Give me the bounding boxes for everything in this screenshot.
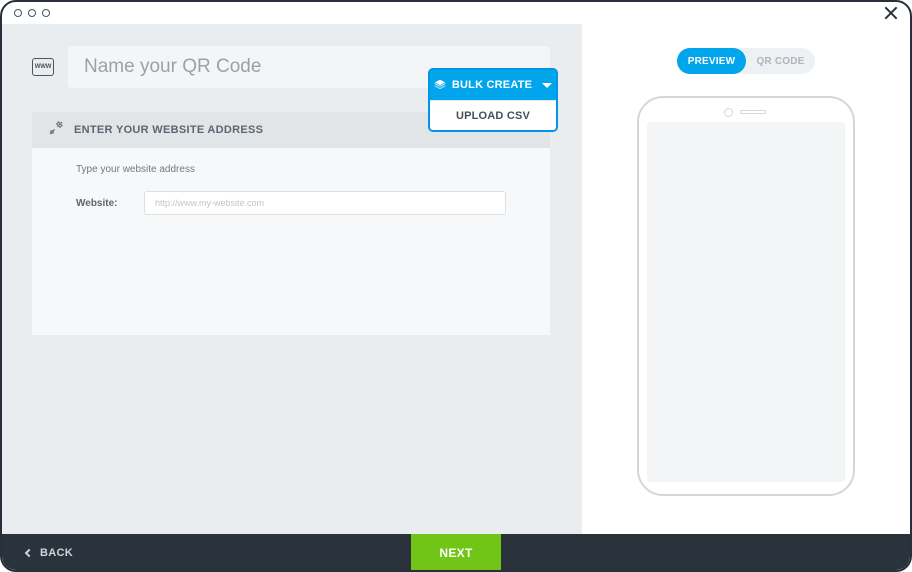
toggle-qrcode[interactable]: QR CODE [746, 48, 815, 74]
bulk-create-button[interactable]: BULK CREATE [430, 70, 556, 100]
hint-text: Type your website address [76, 164, 506, 175]
upload-csv-label: UPLOAD CSV [456, 110, 530, 122]
close-icon[interactable] [884, 6, 898, 20]
app-window: BULK CREATE UPLOAD CSV WWW [0, 0, 912, 572]
titlebar [2, 2, 910, 24]
preview-toggle: PREVIEW QR CODE [677, 48, 815, 74]
phone-speaker [740, 110, 766, 114]
window-dot[interactable] [14, 9, 22, 17]
chevron-left-icon [25, 549, 33, 557]
toggle-preview[interactable]: PREVIEW [677, 48, 746, 74]
phone-screen [647, 122, 845, 482]
phone-mockup [637, 96, 855, 496]
phone-notch [647, 106, 845, 118]
body: BULK CREATE UPLOAD CSV WWW [2, 24, 910, 534]
next-button[interactable]: NEXT [411, 534, 501, 572]
upload-csv-option[interactable]: UPLOAD CSV [430, 100, 556, 130]
window-dot[interactable] [28, 9, 36, 17]
chevron-down-icon [542, 83, 552, 88]
next-label: NEXT [439, 546, 472, 560]
website-field-row: Website: [76, 191, 506, 215]
footer-bar: BACK NEXT [2, 534, 910, 572]
bulk-create-label: BULK CREATE [452, 79, 532, 91]
form-panel: Type your website address Website: [32, 148, 550, 335]
section-title: ENTER YOUR WEBSITE ADDRESS [74, 124, 263, 136]
back-label: BACK [40, 547, 73, 559]
window-dot[interactable] [42, 9, 50, 17]
bulk-create-dropdown: BULK CREATE UPLOAD CSV [428, 68, 558, 132]
toggle-preview-label: PREVIEW [688, 56, 736, 67]
www-icon: WWW [32, 58, 54, 76]
website-input[interactable] [144, 191, 506, 215]
preview-pane: PREVIEW QR CODE [582, 24, 910, 534]
editor-pane: BULK CREATE UPLOAD CSV WWW [2, 24, 582, 534]
website-label: Website: [76, 198, 122, 209]
layers-icon [434, 79, 446, 91]
window-controls [14, 9, 50, 17]
back-button[interactable]: BACK [26, 547, 73, 559]
toggle-qrcode-label: QR CODE [756, 56, 804, 67]
tools-icon [48, 120, 64, 141]
